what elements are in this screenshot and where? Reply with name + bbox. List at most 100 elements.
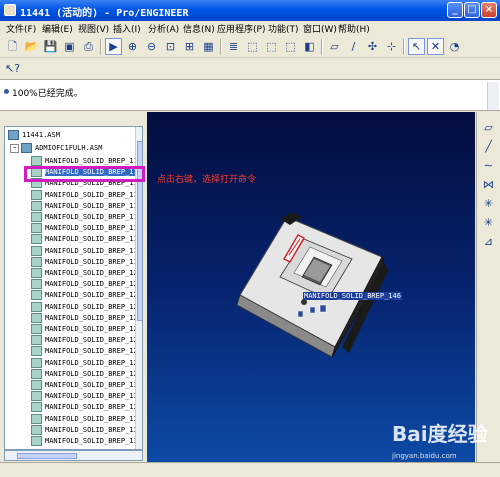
tree-item[interactable]: MANIFOLD_SOLID_BREP_12 — [31, 312, 138, 324]
part-icon — [31, 212, 42, 222]
tree-item[interactable]: MANIFOLD_SOLID_BREP_11 — [31, 234, 138, 245]
csys-icon[interactable]: ✳ — [480, 215, 497, 231]
selection-highlight-box — [24, 166, 145, 182]
tree-item-label: MANIFOLD_SOLID_BREP_12 — [45, 291, 138, 300]
tree-item[interactable]: MANIFOLD_SOLID_BREP_11 — [31, 245, 138, 257]
close-button[interactable]: × — [481, 2, 497, 18]
toolbar-separator — [321, 39, 323, 55]
part-icon — [31, 290, 42, 301]
part-icon — [31, 312, 42, 323]
tree-hscroll-thumb[interactable] — [17, 453, 77, 459]
sketch-icon[interactable]: ▱ — [480, 120, 497, 136]
point-icon[interactable]: ✳ — [480, 196, 497, 212]
message-bullet-icon — [4, 89, 9, 94]
part-icon — [31, 357, 42, 368]
part-icon — [31, 268, 42, 278]
no-hidden-icon[interactable]: ⬚ — [282, 38, 299, 55]
app-icon — [4, 4, 16, 16]
part-icon — [31, 436, 42, 446]
menu-window[interactable]: 窗口(W) — [303, 22, 337, 35]
menu-view[interactable]: 视图(V) — [78, 22, 109, 35]
tree-item[interactable]: MANIFOLD_SOLID_BREP_13 — [31, 391, 138, 402]
layers-icon[interactable]: ≣ — [225, 38, 242, 55]
shading-icon[interactable]: ◧ — [301, 38, 318, 55]
tree-item-label: MANIFOLD_SOLID_BREP_12 — [45, 358, 138, 367]
tree-item[interactable]: MANIFOLD_SOLID_BREP_11 — [31, 189, 138, 201]
title-bar: 11441 (活动的) - Pro/ENGINEER _ □ × — [0, 0, 500, 21]
tree-horizontal-scrollbar[interactable] — [4, 450, 143, 461]
orient-icon[interactable]: ⊞ — [181, 38, 198, 55]
wireframe-icon[interactable]: ⬚ — [244, 38, 261, 55]
spin-center-icon[interactable]: ◔ — [446, 38, 463, 55]
analysis-icon[interactable]: ⊿ — [480, 234, 497, 250]
tree-item-label: MANIFOLD_SOLID_BREP_11 — [45, 235, 138, 244]
coord-sys-icon[interactable]: ⊹ — [383, 38, 400, 55]
tree-item-label: MANIFOLD_SOLID_BREP_13 — [45, 381, 138, 389]
tree-item[interactable]: MANIFOLD_SOLID_BREP_13 — [31, 424, 138, 436]
zoom-in-icon[interactable]: ⊕ — [124, 38, 141, 55]
menu-edit[interactable]: 编辑(E) — [42, 22, 73, 35]
tree-root[interactable]: 11441.ASM — [8, 130, 60, 141]
tree-item[interactable]: MANIFOLD_SOLID_BREP_12 — [31, 301, 138, 313]
menu-applications[interactable]: 应用程序(P) — [217, 22, 265, 35]
tree-item[interactable]: MANIFOLD_SOLID_BREP_12 — [31, 368, 138, 380]
datum-point-icon[interactable]: ✣ — [364, 38, 381, 55]
tree-item[interactable]: MANIFOLD_SOLID_BREP_13 — [31, 413, 138, 425]
new-icon[interactable]: 🗋 — [4, 38, 21, 55]
axis-icon[interactable]: ⋈ — [480, 177, 497, 193]
tree-item[interactable]: MANIFOLD_SOLID_BREP_12 — [31, 324, 138, 335]
menu-file[interactable]: 文件(F) — [6, 22, 36, 35]
part-icon — [31, 402, 42, 413]
menu-help[interactable]: 帮助(H) — [338, 22, 370, 35]
datum-plane-icon[interactable]: ▱ — [326, 38, 343, 55]
part-icon — [31, 200, 42, 211]
maximize-button[interactable]: □ — [464, 2, 480, 18]
tree-subassembly[interactable]: − ADMIOFC1FULH.ASM — [10, 143, 102, 154]
menu-insert[interactable]: 插入(I) — [113, 22, 141, 35]
graphics-window[interactable]: 点击右键，选择打开命令 MANIFOLD_SOLID_BREP_146 — [147, 112, 475, 462]
tree-item[interactable]: MANIFOLD_SOLID_BREP_12 — [31, 290, 138, 301]
tree-item[interactable]: MANIFOLD_SOLID_BREP_12 — [31, 357, 138, 369]
tree-item[interactable]: MANIFOLD_SOLID_BREP_13 — [31, 380, 138, 391]
model-3d-render[interactable] — [232, 207, 392, 367]
tree-item[interactable]: MANIFOLD_SOLID_BREP_12 — [31, 346, 138, 357]
tree-item-label: MANIFOLD_SOLID_BREP_11 — [45, 257, 138, 266]
minimize-button[interactable]: _ — [447, 2, 463, 18]
window-title: 11441 (活动的) - Pro/ENGINEER — [20, 8, 189, 19]
select-icon[interactable]: ↖ — [408, 38, 425, 55]
save-copy-icon[interactable]: ▣ — [61, 38, 78, 55]
curve-icon[interactable]: ∼ — [480, 158, 497, 174]
tree-item[interactable]: MANIFOLD_SOLID_BREP_13 — [31, 436, 138, 447]
zoom-out-icon[interactable]: ⊖ — [143, 38, 160, 55]
tree-item[interactable]: MANIFOLD_SOLID_BREP_12 — [31, 279, 138, 290]
tree-item[interactable]: MANIFOLD_SOLID_BREP_12 — [31, 335, 138, 346]
save-icon[interactable]: 💾 — [42, 38, 59, 55]
tree-item[interactable]: MANIFOLD_SOLID_BREP_13 — [31, 402, 138, 413]
context-help-icon[interactable]: ↖? — [4, 60, 21, 77]
instruction-annotation: 点击右键，选择打开命令 — [157, 175, 257, 185]
repaint-icon[interactable]: ▶ — [105, 38, 122, 55]
tree-item[interactable]: MANIFOLD_SOLID_BREP_11 — [31, 223, 138, 234]
collapse-icon[interactable]: − — [10, 143, 19, 153]
menu-analysis[interactable]: 分析(A) — [148, 22, 179, 35]
tree-item[interactable]: MANIFOLD_SOLID_BREP_11 — [31, 212, 138, 223]
tree-item[interactable]: MANIFOLD_SOLID_BREP_11 — [31, 200, 138, 212]
datum-plane-icon[interactable]: ╱ — [480, 139, 497, 155]
part-icon — [31, 223, 42, 234]
saved-views-icon[interactable]: ▦ — [200, 38, 217, 55]
part-icon — [31, 156, 42, 166]
tree-item[interactable]: MANIFOLD_SOLID_BREP_11 — [31, 256, 138, 268]
model-tree-icon[interactable]: ✕ — [427, 38, 444, 55]
hidden-line-icon[interactable]: ⬚ — [263, 38, 280, 55]
menu-tools[interactable]: 功能(T) — [268, 22, 299, 35]
open-icon[interactable]: 📂 — [23, 38, 40, 55]
datum-axis-icon[interactable]: / — [345, 38, 362, 55]
message-scrollbar[interactable] — [487, 82, 499, 110]
part-icon — [31, 346, 42, 357]
part-icon — [31, 279, 42, 290]
toolbar-separator — [403, 39, 405, 55]
refit-icon[interactable]: ⊡ — [162, 38, 179, 55]
print-icon[interactable]: ⎙ — [80, 38, 97, 55]
tree-item[interactable]: MANIFOLD_SOLID_BREP_12 — [31, 268, 138, 279]
menu-info[interactable]: 信息(N) — [183, 22, 215, 35]
